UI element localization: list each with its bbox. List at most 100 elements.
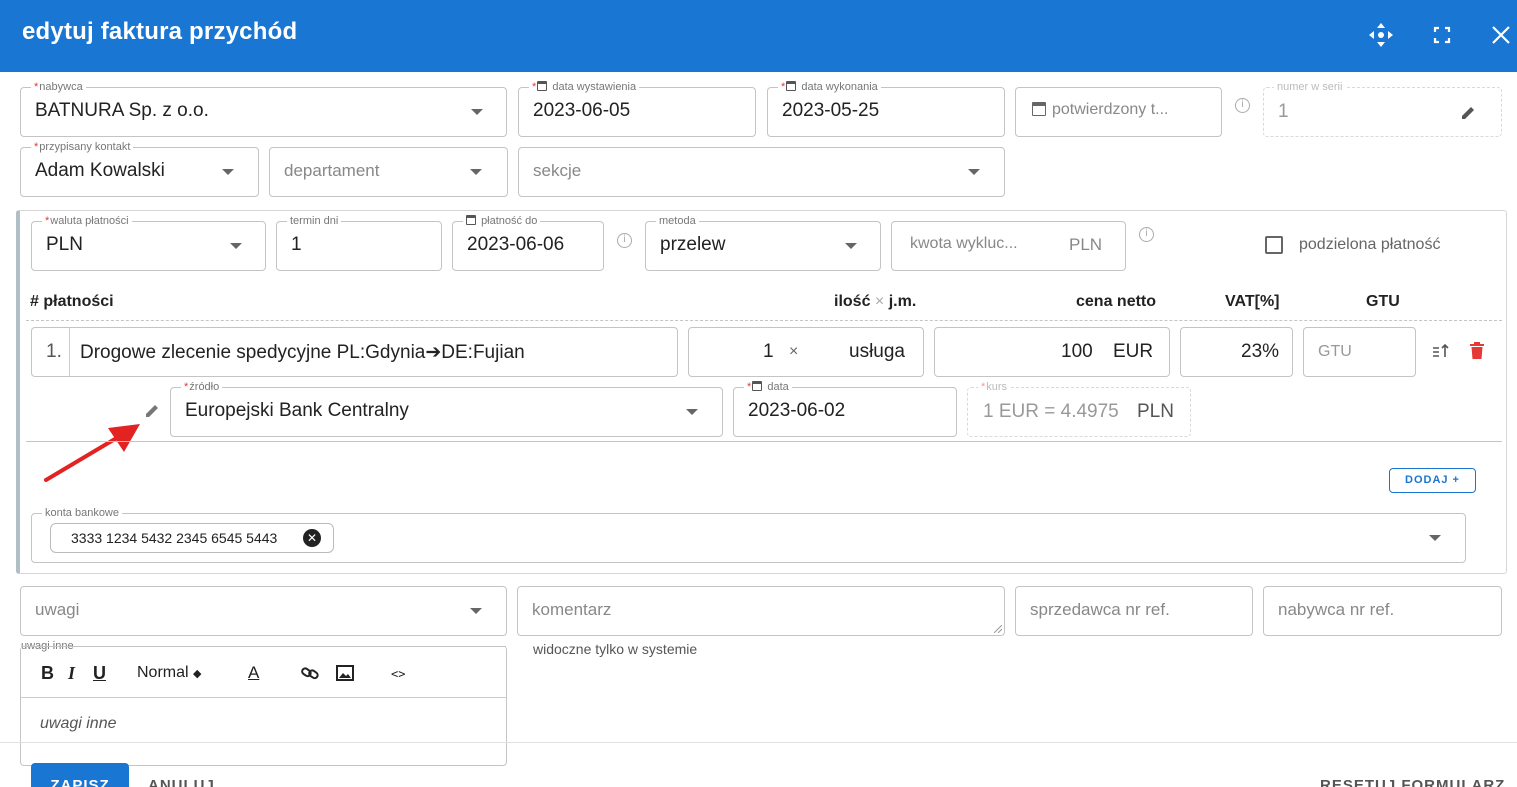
- item-price-field[interactable]: 100 EUR: [934, 327, 1170, 377]
- numer-w-serii-label: numer w serii: [1274, 81, 1346, 93]
- info-icon[interactable]: i: [1235, 98, 1250, 113]
- potwierdzony-placeholder: potwierdzony t...: [1052, 101, 1169, 118]
- podzielona-label: podzielona płatność: [1299, 236, 1441, 253]
- kontakt-label: przypisany kontakt: [39, 141, 131, 153]
- uwagi-inne-placeholder[interactable]: uwagi inne: [40, 715, 117, 733]
- kurs-label: kurs: [986, 381, 1008, 393]
- platnosc-do-label: płatność do: [481, 215, 538, 227]
- underline-button[interactable]: U: [93, 663, 106, 684]
- kurs-prefix: 1 EUR =: [983, 401, 1056, 422]
- uwagi-select[interactable]: uwagi: [20, 586, 507, 636]
- waluta-label: waluta płatności: [50, 215, 129, 227]
- calendar-icon: [786, 81, 797, 91]
- dodaj-button[interactable]: DODAJ +: [1389, 468, 1476, 493]
- nabywca-ref-placeholder: nabywca nr ref.: [1278, 600, 1395, 619]
- nabywca-value: BATNURA Sp. z o.o.: [35, 100, 209, 121]
- anuluj-button[interactable]: ANULUJ: [148, 777, 215, 787]
- format-select-value: Normal: [137, 664, 189, 681]
- termin-dni-label: termin dni: [287, 215, 342, 227]
- code-button[interactable]: <>: [391, 667, 405, 681]
- numer-w-serii-value: 1: [1278, 101, 1289, 122]
- departament-placeholder: departament: [284, 161, 380, 180]
- potwierdzony-field[interactable]: potwierdzony t...: [1015, 87, 1222, 137]
- bold-button[interactable]: B: [41, 663, 54, 684]
- sprzedawca-ref-field[interactable]: sprzedawca nr ref.: [1015, 586, 1253, 636]
- rate-data-value: 2023-06-02: [748, 400, 846, 421]
- divider: [26, 441, 1502, 442]
- item-gtu-field[interactable]: GTU: [1303, 327, 1416, 377]
- metoda-label: metoda: [656, 215, 699, 227]
- zapisz-button[interactable]: ZAPISZ: [31, 763, 129, 787]
- column-platnosci: # płatności: [30, 293, 114, 310]
- gtu-placeholder: GTU: [1318, 343, 1352, 360]
- info-icon[interactable]: i: [1139, 227, 1154, 242]
- podzielona-checkbox[interactable]: [1265, 236, 1283, 254]
- divider: [26, 320, 1502, 321]
- chevron-down-icon: [968, 169, 980, 175]
- item-currency: EUR: [1113, 341, 1154, 362]
- chevron-down-icon: [1429, 535, 1441, 541]
- format-select[interactable]: Normal ◆: [137, 664, 201, 682]
- kurs-currency: PLN: [1137, 401, 1174, 422]
- sprzedawca-placeholder: sprzedawca nr ref.: [1030, 600, 1170, 619]
- item-unit: usługa: [849, 341, 905, 362]
- info-icon[interactable]: i: [617, 233, 632, 248]
- close-icon[interactable]: [1486, 20, 1516, 50]
- kontakt-select[interactable]: *przypisany kontakt Adam Kowalski: [20, 141, 259, 197]
- zrodlo-value: Europejski Bank Centralny: [185, 400, 409, 421]
- column-ilosc-jm: ilość × j.m.: [834, 293, 916, 311]
- calendar-icon: [752, 381, 763, 391]
- footer-divider: [0, 742, 1517, 743]
- calendar-icon: [1032, 102, 1046, 116]
- kontakt-value: Adam Kowalski: [35, 160, 165, 181]
- column-vat: VAT[%]: [1225, 293, 1280, 310]
- image-icon[interactable]: [336, 665, 354, 686]
- data-wystawienia-field[interactable]: * data wystawienia 2023-06-05: [518, 81, 756, 137]
- waluta-select[interactable]: *waluta płatności PLN: [31, 215, 266, 271]
- data-wykonania-label: data wykonania: [801, 81, 878, 93]
- konta-bankowe-label: konta bankowe: [42, 507, 122, 519]
- data-wykonania-field[interactable]: * data wykonania 2023-05-25: [767, 81, 1005, 137]
- link-icon[interactable]: [301, 665, 319, 686]
- calendar-icon: [466, 215, 476, 225]
- item-number: 1.: [46, 341, 62, 362]
- rate-data-label: data: [767, 381, 789, 393]
- nabywca-ref-field[interactable]: nabywca nr ref.: [1263, 586, 1502, 636]
- column-ilosc: ilość: [834, 293, 871, 310]
- pencil-icon[interactable]: [1459, 104, 1477, 127]
- rate-data-field[interactable]: * data 2023-06-02: [733, 381, 957, 437]
- kurs-value: 4.4975: [1060, 401, 1119, 422]
- remove-chip-icon[interactable]: ✕: [303, 529, 321, 547]
- data-wykonania-value: 2023-05-25: [782, 100, 880, 121]
- chevron-down-icon: [845, 243, 857, 249]
- calendar-icon: [537, 81, 548, 91]
- item-vat-field[interactable]: 23%: [1180, 327, 1293, 377]
- komentarz-placeholder: komentarz: [532, 600, 612, 619]
- move-icon[interactable]: [1366, 20, 1396, 50]
- italic-button[interactable]: I: [68, 663, 75, 684]
- platnosc-do-field[interactable]: płatność do 2023-06-06: [452, 215, 604, 271]
- metoda-select[interactable]: metoda przelew: [645, 215, 881, 271]
- metoda-value: przelew: [660, 234, 726, 255]
- sekcje-select[interactable]: sekcje: [518, 147, 1005, 197]
- resize-handle-icon[interactable]: [994, 625, 1002, 633]
- item-quantity-field[interactable]: 1 × usługa: [688, 327, 924, 377]
- numer-w-serii-field: numer w serii 1: [1263, 81, 1502, 137]
- item-description-field[interactable]: 1. Drogowe zlecenie spedycyjne PL:Gdynia…: [31, 327, 678, 377]
- departament-select[interactable]: departament: [269, 147, 508, 197]
- termin-dni-field[interactable]: termin dni 1: [276, 215, 442, 271]
- komentarz-textarea[interactable]: komentarz: [517, 586, 1005, 636]
- chevron-down-icon: [222, 169, 234, 175]
- kwota-wykluczona-field[interactable]: kwota wykluc... PLN: [891, 221, 1126, 271]
- zrodlo-select[interactable]: *źródło Europejski Bank Centralny: [170, 381, 723, 437]
- reset-form-button[interactable]: RESETUJ FORMULARZ: [1320, 777, 1505, 787]
- data-wystawienia-value: 2023-06-05: [533, 100, 631, 121]
- uwagi-placeholder: uwagi: [35, 600, 80, 619]
- sekcje-placeholder: sekcje: [533, 161, 582, 180]
- text-color-button[interactable]: A: [248, 663, 259, 683]
- nabywca-select[interactable]: *nabywca BATNURA Sp. z o.o.: [20, 81, 507, 137]
- fullscreen-icon[interactable]: [1427, 20, 1457, 50]
- uwagi-inne-editor: uwagi inne B I U Normal ◆ A <> uwagi inn…: [20, 640, 507, 766]
- sort-icon[interactable]: [1432, 343, 1450, 364]
- delete-icon[interactable]: [1470, 342, 1484, 364]
